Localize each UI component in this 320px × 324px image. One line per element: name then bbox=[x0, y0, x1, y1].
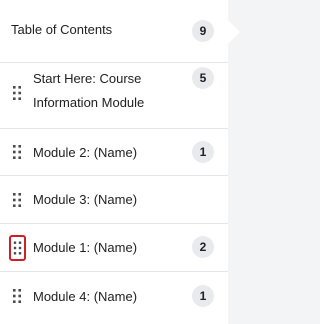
module-title-line-2: Information Module bbox=[33, 95, 145, 110]
toc-header[interactable]: Table of Contents 9 bbox=[0, 0, 228, 63]
active-pointer bbox=[228, 20, 240, 44]
module-title: Module 4: (Name) bbox=[33, 289, 138, 304]
module-title: Module 1: (Name) bbox=[33, 240, 138, 255]
module-item-module-1[interactable]: Module 1: (Name) 2 bbox=[0, 224, 228, 272]
module-title: Module 2: (Name) bbox=[33, 145, 138, 160]
toc-title: Table of Contents bbox=[11, 22, 113, 37]
module-title-line-1: Start Here: Course bbox=[33, 71, 142, 86]
module-item-module-4[interactable]: Module 4: (Name) 1 bbox=[0, 272, 228, 324]
drag-handle-icon[interactable] bbox=[10, 141, 24, 163]
module-count-badge: 2 bbox=[192, 236, 214, 258]
module-item-module-2[interactable]: Module 2: (Name) 1 bbox=[0, 129, 228, 176]
module-count-badge: 5 bbox=[192, 67, 214, 89]
module-title: Module 3: (Name) bbox=[33, 192, 138, 207]
drag-handle-icon[interactable] bbox=[10, 285, 24, 307]
module-count-badge: 1 bbox=[192, 285, 214, 307]
toc-count-badge: 9 bbox=[192, 20, 214, 42]
module-item-module-3[interactable]: Module 3: (Name) bbox=[0, 176, 228, 224]
drag-handle-icon[interactable] bbox=[10, 189, 24, 211]
table-of-contents-panel: Table of Contents 9 Start Here: Course I… bbox=[0, 0, 228, 324]
drag-handle-icon[interactable] bbox=[10, 82, 24, 104]
module-count-badge: 1 bbox=[192, 141, 214, 163]
module-item-start-here[interactable]: Start Here: Course Information Module 5 bbox=[0, 63, 228, 129]
drag-handle-icon[interactable] bbox=[9, 235, 26, 261]
